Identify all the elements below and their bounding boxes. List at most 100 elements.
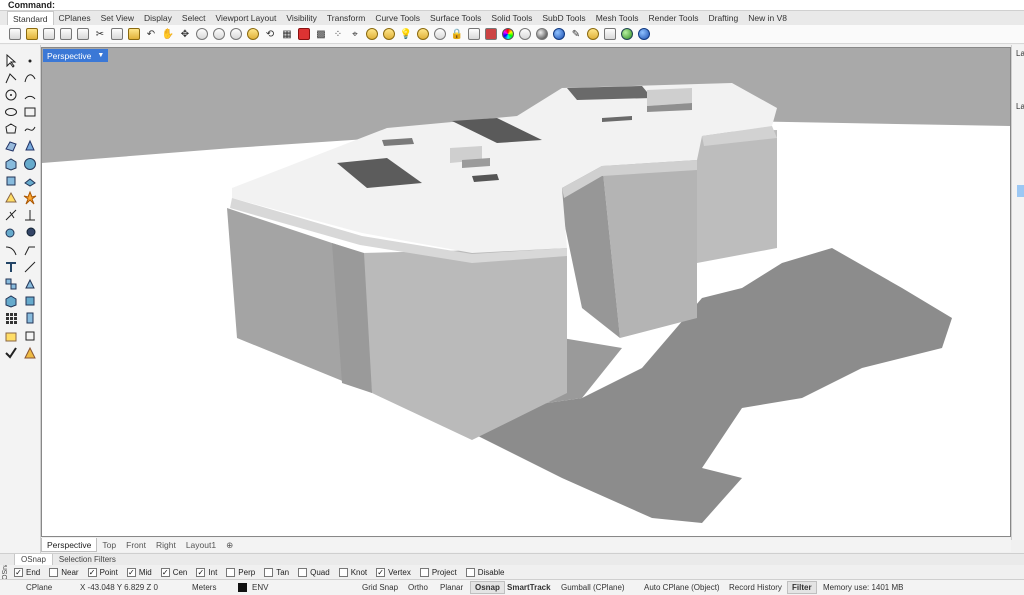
layer-color-swatch[interactable]: [238, 583, 247, 592]
pan-hand-icon[interactable]: ✋: [161, 27, 175, 41]
light-on-icon[interactable]: [416, 27, 430, 41]
viewport-title-tab[interactable]: Perspective ▼: [43, 49, 109, 62]
open-folder-icon[interactable]: [25, 27, 39, 41]
tab-render-tools[interactable]: Render Tools: [644, 11, 704, 25]
arc-icon[interactable]: [22, 87, 38, 102]
offset-icon[interactable]: [3, 242, 19, 257]
osnap-project[interactable]: Project: [419, 567, 457, 577]
sphere-icon[interactable]: [22, 156, 38, 171]
osnap-point[interactable]: ✓ Point: [87, 567, 118, 577]
move-view-icon[interactable]: ✥: [178, 27, 192, 41]
surface-edge-icon[interactable]: [22, 139, 38, 154]
print-render-icon[interactable]: [603, 27, 617, 41]
checkbox-checked-icon[interactable]: ✓: [196, 567, 206, 577]
unlock-icon[interactable]: [467, 27, 481, 41]
checkbox-icon[interactable]: [226, 567, 236, 577]
array-icon[interactable]: [3, 311, 19, 326]
status-auto-cplane[interactable]: Auto CPlane (Object): [644, 583, 720, 592]
status-osnap[interactable]: Osnap: [470, 581, 505, 594]
wand-icon[interactable]: ✎: [569, 27, 583, 41]
mesh-icon[interactable]: [3, 191, 19, 206]
osnap-tan[interactable]: Tan: [264, 567, 289, 577]
checkbox-checked-icon[interactable]: ✓: [14, 567, 23, 577]
light-off-icon[interactable]: [433, 27, 447, 41]
viewtab-right[interactable]: Right: [151, 538, 181, 552]
tab-select[interactable]: Select: [177, 11, 211, 25]
import-icon[interactable]: [76, 27, 90, 41]
freeform-icon[interactable]: [22, 122, 38, 137]
panel-tab-layout[interactable]: La: [1016, 102, 1024, 111]
tab-transform[interactable]: Transform: [322, 11, 370, 25]
checkbox-icon[interactable]: [298, 567, 308, 577]
analyze-icon[interactable]: [3, 294, 19, 309]
tab-set-view[interactable]: Set View: [96, 11, 139, 25]
status-cplane[interactable]: CPlane: [26, 583, 52, 592]
save-icon[interactable]: [42, 27, 56, 41]
check-icon[interactable]: [3, 345, 19, 360]
curve-icon[interactable]: [365, 27, 379, 41]
tab-mesh-tools[interactable]: Mesh Tools: [591, 11, 644, 25]
checkbox-checked-icon[interactable]: ✓: [376, 567, 386, 577]
blend-icon[interactable]: [22, 242, 38, 257]
trim-icon[interactable]: [3, 208, 19, 223]
tab-standard[interactable]: Standard: [7, 11, 54, 25]
circle-icon[interactable]: [3, 87, 19, 102]
osnap-knot[interactable]: Knot: [338, 567, 367, 577]
checkbox-icon[interactable]: [338, 567, 348, 577]
print-icon[interactable]: [59, 27, 73, 41]
status-filter[interactable]: Filter: [787, 581, 817, 594]
car-icon[interactable]: [297, 27, 311, 41]
lightbulb-icon[interactable]: [382, 27, 396, 41]
text-icon[interactable]: [3, 259, 19, 274]
grid-icon[interactable]: ▩: [314, 27, 328, 41]
tab-solid-tools[interactable]: Solid Tools: [486, 11, 537, 25]
cylinder-icon[interactable]: [3, 173, 19, 188]
boolean-icon[interactable]: [3, 225, 19, 240]
status-gumball[interactable]: Gumball (CPlane): [561, 583, 625, 592]
tab-osnap[interactable]: OSnap: [14, 554, 53, 565]
add-tab-icon[interactable]: ⊕: [221, 538, 238, 552]
ellipse-icon[interactable]: [3, 105, 19, 120]
checkbox-icon[interactable]: [465, 567, 475, 577]
tab-selection-filters[interactable]: Selection Filters: [53, 554, 122, 565]
render-icon[interactable]: [22, 294, 38, 309]
checkbox-checked-icon[interactable]: ✓: [87, 567, 97, 577]
viewtab-front[interactable]: Front: [121, 538, 151, 552]
paint-icon[interactable]: [22, 345, 38, 360]
tab-viewport-layout[interactable]: Viewport Layout: [211, 11, 282, 25]
status-layer[interactable]: ENV: [252, 583, 268, 592]
tab-subd-tools[interactable]: SubD Tools: [537, 11, 590, 25]
material-sphere-icon[interactable]: [518, 27, 532, 41]
osnap-mid[interactable]: ✓ Mid: [126, 567, 152, 577]
tool-icon[interactable]: [484, 27, 498, 41]
checkbox-icon[interactable]: [419, 567, 429, 577]
render-sphere-icon[interactable]: [535, 27, 549, 41]
tab-curve-tools[interactable]: Curve Tools: [370, 11, 425, 25]
polyline-icon[interactable]: [3, 70, 19, 85]
point-icon[interactable]: [22, 53, 38, 68]
osnap-disable[interactable]: Disable: [465, 567, 504, 577]
status-smarttrack[interactable]: SmartTrack: [507, 583, 551, 592]
color-wheel-icon[interactable]: [501, 27, 515, 41]
gears-icon[interactable]: [586, 27, 600, 41]
viewtab-top[interactable]: Top: [97, 538, 121, 552]
panel-tab-layers[interactable]: Lay: [1016, 49, 1024, 58]
copy-icon[interactable]: [110, 27, 124, 41]
green-sphere-icon[interactable]: [620, 27, 634, 41]
cut-icon[interactable]: ✂: [93, 27, 107, 41]
osnap-int[interactable]: ✓ Int: [196, 567, 217, 577]
status-planar[interactable]: Planar: [440, 583, 463, 592]
tab-visibility[interactable]: Visibility: [281, 11, 322, 25]
select-points-icon[interactable]: ⁘: [331, 27, 345, 41]
layer-icon[interactable]: [3, 328, 19, 343]
zoom-selected-icon[interactable]: [246, 27, 260, 41]
rectangle-icon[interactable]: [22, 105, 38, 120]
status-ortho[interactable]: Ortho: [408, 583, 428, 592]
tab-display[interactable]: Display: [139, 11, 177, 25]
osnap-end[interactable]: ✓ End: [14, 567, 40, 577]
osnap-vertex[interactable]: ✓ Vertex: [376, 567, 411, 577]
split-icon[interactable]: [22, 208, 38, 223]
fillet-icon[interactable]: [22, 225, 38, 240]
command-line[interactable]: Command:: [0, 0, 1024, 11]
zoom-window-icon[interactable]: [212, 27, 226, 41]
